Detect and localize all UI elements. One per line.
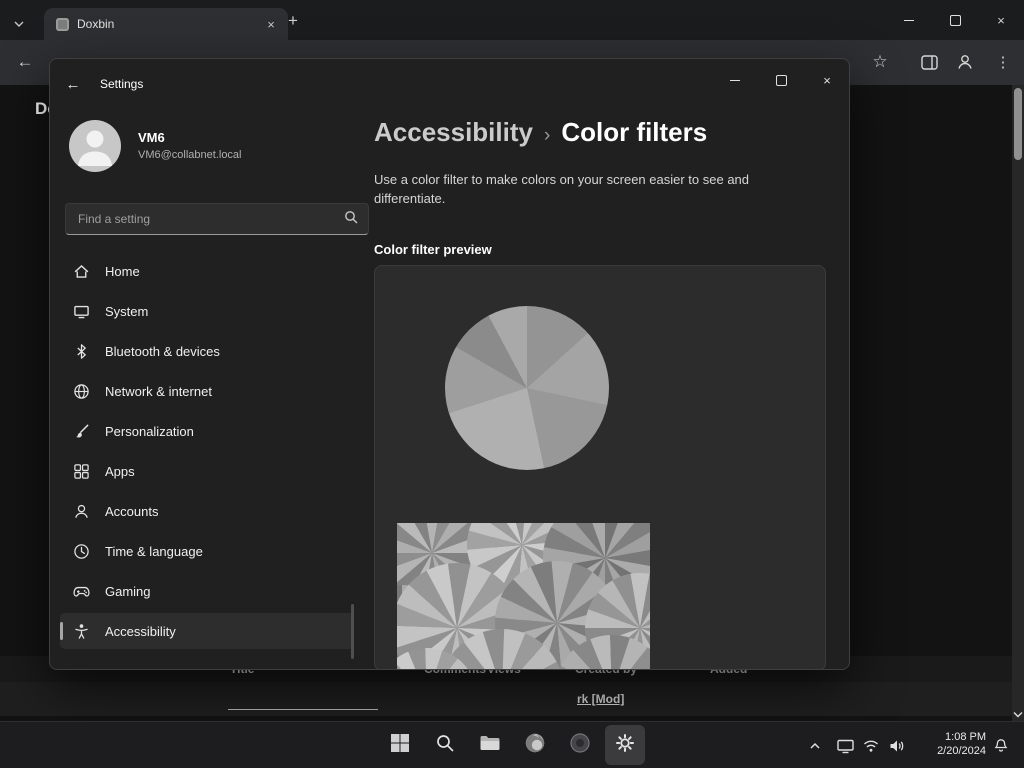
tray-display-icon[interactable] bbox=[836, 737, 854, 755]
tab-favicon-icon bbox=[56, 17, 69, 31]
accessibility-icon bbox=[73, 623, 90, 640]
browser-tab[interactable]: Doxbin × bbox=[44, 8, 288, 40]
browser-close-button[interactable]: × bbox=[978, 0, 1024, 40]
pie-chart-preview bbox=[445, 306, 609, 470]
search-icon[interactable] bbox=[344, 210, 358, 229]
tray-volume-icon[interactable] bbox=[888, 737, 906, 755]
user-avatar[interactable] bbox=[69, 120, 121, 172]
title-link-underline bbox=[228, 709, 378, 710]
system-icon bbox=[73, 303, 90, 320]
tray-network-icon[interactable] bbox=[862, 737, 880, 755]
sidebar-item-label: System bbox=[105, 303, 149, 319]
profile-icon[interactable] bbox=[952, 49, 978, 75]
browser-minimize-button[interactable] bbox=[886, 0, 932, 40]
clock-date: 2/20/2024 bbox=[937, 745, 986, 757]
sidebar-item-label: Network & internet bbox=[105, 383, 212, 399]
new-tab-button[interactable]: + bbox=[282, 10, 304, 32]
browser-menu-icon[interactable]: ⋮ bbox=[990, 49, 1016, 75]
breadcrumb-separator: › bbox=[543, 125, 551, 146]
folder-icon bbox=[479, 733, 501, 758]
sidebar-item-home[interactable]: Home bbox=[60, 253, 354, 289]
home-icon bbox=[73, 263, 90, 280]
sidebar-item-label: Gaming bbox=[105, 583, 151, 599]
settings-nav: Home System Bluetooth & devices Network & i… bbox=[60, 253, 354, 653]
taskbar: 1:08 PM 2/20/2024 bbox=[0, 721, 1024, 768]
windows-logo-icon bbox=[390, 733, 410, 758]
tab-title: Doxbin bbox=[77, 17, 115, 31]
scrollbar-thumb[interactable] bbox=[1014, 88, 1022, 160]
page-title: Color filters bbox=[561, 117, 708, 147]
table-row: rk [Mod] bbox=[0, 682, 1012, 716]
settings-window: ← Settings × VM6 VM6@collabnet.local Hom… bbox=[49, 58, 850, 670]
color-filter-preview-card bbox=[374, 265, 826, 669]
time-language-icon bbox=[73, 543, 90, 560]
taskbar-app-button[interactable] bbox=[560, 725, 600, 765]
notification-bell-icon[interactable] bbox=[992, 737, 1010, 755]
settings-window-title: Settings bbox=[100, 77, 144, 91]
search-magnifier-icon bbox=[435, 733, 455, 758]
sidebar-item-personalization[interactable]: Personalization bbox=[60, 413, 354, 449]
settings-close-button[interactable]: × bbox=[806, 65, 848, 95]
sidebar-item-label: Personalization bbox=[105, 423, 194, 439]
dark-circle-app-icon bbox=[569, 732, 591, 759]
firefox-button[interactable] bbox=[515, 725, 555, 765]
personalization-icon bbox=[73, 423, 90, 440]
taskbar-clock[interactable]: 1:08 PM 2/20/2024 bbox=[908, 730, 986, 758]
sidebar-item-time-language[interactable]: Time & language bbox=[60, 533, 354, 569]
start-button[interactable] bbox=[380, 725, 420, 765]
breadcrumb-parent[interactable]: Accessibility bbox=[374, 117, 533, 148]
sidebar-item-label: Apps bbox=[105, 463, 135, 479]
sidebar-item-bluetooth-devices[interactable]: Bluetooth & devices bbox=[60, 333, 354, 369]
scroll-down-icon[interactable] bbox=[1012, 708, 1024, 720]
settings-taskbar-button[interactable] bbox=[605, 725, 645, 765]
user-name: VM6 bbox=[138, 130, 165, 145]
side-panel-icon[interactable] bbox=[916, 49, 942, 75]
settings-minimize-button[interactable] bbox=[714, 65, 756, 95]
pinwheel-image bbox=[397, 523, 650, 669]
breadcrumb: Accessibility › Color filters bbox=[374, 117, 707, 148]
sidebar-item-label: Home bbox=[105, 263, 140, 279]
sidebar-item-accounts[interactable]: Accounts bbox=[60, 493, 354, 529]
settings-maximize-button[interactable] bbox=[760, 65, 802, 95]
sidebar-item-label: Bluetooth & devices bbox=[105, 343, 220, 359]
created-by-link[interactable]: rk [Mod] bbox=[577, 682, 624, 716]
user-account: VM6@collabnet.local bbox=[138, 149, 242, 161]
page-scrollbar[interactable] bbox=[1012, 85, 1024, 722]
tray-chevron-up-icon[interactable] bbox=[806, 737, 824, 755]
gear-icon bbox=[615, 733, 635, 758]
sidebar-item-network-internet[interactable]: Network & internet bbox=[60, 373, 354, 409]
sidebar-item-label: Accounts bbox=[105, 503, 159, 519]
browser-maximize-button[interactable] bbox=[932, 0, 978, 40]
settings-back-icon[interactable]: ← bbox=[62, 73, 84, 95]
sidebar-item-label: Time & language bbox=[105, 543, 203, 559]
sidebar-scrollbar[interactable] bbox=[351, 604, 354, 659]
sidebar-item-apps[interactable]: Apps bbox=[60, 453, 354, 489]
preview-section-label: Color filter preview bbox=[374, 242, 492, 257]
file-explorer-button[interactable] bbox=[470, 725, 510, 765]
settings-search-input[interactable] bbox=[76, 211, 336, 227]
bluetooth-icon bbox=[73, 343, 90, 360]
sidebar-item-gaming[interactable]: Gaming bbox=[60, 573, 354, 609]
network-icon bbox=[73, 383, 90, 400]
tab-close-icon[interactable]: × bbox=[262, 15, 280, 33]
bookmark-star-icon[interactable]: ☆ bbox=[867, 49, 893, 75]
page-description: Use a color filter to make colors on you… bbox=[374, 172, 750, 206]
settings-search-box[interactable] bbox=[65, 203, 369, 235]
sidebar-item-system[interactable]: System bbox=[60, 293, 354, 329]
taskbar-search-button[interactable] bbox=[425, 725, 465, 765]
clock-time: 1:08 PM bbox=[945, 731, 986, 743]
sidebar-item-label: Accessibility bbox=[105, 623, 176, 639]
firefox-icon bbox=[524, 732, 546, 759]
gaming-icon bbox=[73, 583, 90, 600]
accounts-icon bbox=[73, 503, 90, 520]
tab-strip-chevron-icon[interactable] bbox=[13, 15, 25, 33]
sidebar-item-accessibility[interactable]: Accessibility bbox=[60, 613, 354, 649]
browser-tab-strip: Doxbin × + × bbox=[0, 0, 1024, 40]
apps-icon bbox=[73, 463, 90, 480]
back-icon[interactable]: ← bbox=[12, 49, 38, 75]
